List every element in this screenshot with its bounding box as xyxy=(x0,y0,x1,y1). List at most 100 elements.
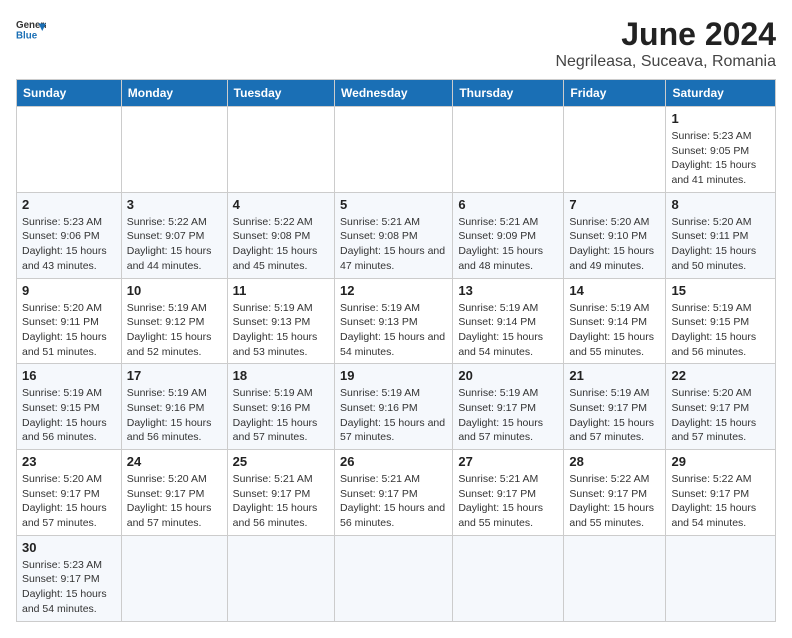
calendar-title: June 2024 xyxy=(555,16,776,53)
day-number: 30 xyxy=(22,540,116,555)
calendar-day-cell xyxy=(564,535,666,621)
title-section: June 2024 Negrileasa, Suceava, Romania xyxy=(555,16,776,71)
daylight-text: Daylight: 15 hours and 56 minutes. xyxy=(340,501,447,530)
generalblue-logo-icon: General Blue xyxy=(16,16,46,46)
weekday-header-cell: Friday xyxy=(564,80,666,107)
sunset-text: Sunset: 9:13 PM xyxy=(340,315,447,330)
calendar-day-cell xyxy=(17,107,122,193)
calendar-day-cell: 12Sunrise: 5:19 AMSunset: 9:13 PMDayligh… xyxy=(335,278,453,364)
calendar-day-cell: 24Sunrise: 5:20 AMSunset: 9:17 PMDayligh… xyxy=(121,450,227,536)
day-number: 11 xyxy=(233,283,329,298)
sunset-text: Sunset: 9:17 PM xyxy=(340,487,447,502)
weekday-header-row: SundayMondayTuesdayWednesdayThursdayFrid… xyxy=(17,80,776,107)
day-info: Sunrise: 5:20 AMSunset: 9:10 PMDaylight:… xyxy=(569,215,660,274)
sunset-text: Sunset: 9:08 PM xyxy=(340,229,447,244)
daylight-text: Daylight: 15 hours and 47 minutes. xyxy=(340,244,447,273)
sunset-text: Sunset: 9:17 PM xyxy=(22,572,116,587)
calendar-day-cell xyxy=(121,535,227,621)
day-info: Sunrise: 5:19 AMSunset: 9:13 PMDaylight:… xyxy=(233,301,329,360)
daylight-text: Daylight: 15 hours and 54 minutes. xyxy=(340,330,447,359)
sunset-text: Sunset: 9:17 PM xyxy=(233,487,329,502)
calendar-week-row: 2Sunrise: 5:23 AMSunset: 9:06 PMDaylight… xyxy=(17,192,776,278)
day-info: Sunrise: 5:20 AMSunset: 9:17 PMDaylight:… xyxy=(671,386,770,445)
calendar-day-cell: 18Sunrise: 5:19 AMSunset: 9:16 PMDayligh… xyxy=(227,364,334,450)
day-info: Sunrise: 5:22 AMSunset: 9:17 PMDaylight:… xyxy=(671,472,770,531)
day-info: Sunrise: 5:19 AMSunset: 9:16 PMDaylight:… xyxy=(340,386,447,445)
daylight-text: Daylight: 15 hours and 57 minutes. xyxy=(340,416,447,445)
calendar-day-cell: 10Sunrise: 5:19 AMSunset: 9:12 PMDayligh… xyxy=(121,278,227,364)
calendar-day-cell xyxy=(453,107,564,193)
calendar-day-cell xyxy=(564,107,666,193)
day-info: Sunrise: 5:21 AMSunset: 9:17 PMDaylight:… xyxy=(458,472,558,531)
sunrise-text: Sunrise: 5:22 AM xyxy=(127,215,222,230)
day-info: Sunrise: 5:21 AMSunset: 9:17 PMDaylight:… xyxy=(233,472,329,531)
calendar-day-cell xyxy=(335,535,453,621)
day-number: 18 xyxy=(233,368,329,383)
day-info: Sunrise: 5:19 AMSunset: 9:16 PMDaylight:… xyxy=(127,386,222,445)
sunrise-text: Sunrise: 5:20 AM xyxy=(22,472,116,487)
day-info: Sunrise: 5:20 AMSunset: 9:11 PMDaylight:… xyxy=(22,301,116,360)
day-number: 12 xyxy=(340,283,447,298)
sunset-text: Sunset: 9:12 PM xyxy=(127,315,222,330)
daylight-text: Daylight: 15 hours and 53 minutes. xyxy=(233,330,329,359)
day-number: 5 xyxy=(340,197,447,212)
daylight-text: Daylight: 15 hours and 44 minutes. xyxy=(127,244,222,273)
calendar-header: General Blue June 2024 Negrileasa, Sucea… xyxy=(16,16,776,71)
day-info: Sunrise: 5:22 AMSunset: 9:08 PMDaylight:… xyxy=(233,215,329,274)
calendar-day-cell: 23 Sunrise: 5:20 AMSunset: 9:17 PMDayligh… xyxy=(17,450,122,536)
sunrise-text: Sunrise: 5:19 AM xyxy=(22,386,116,401)
day-number: 13 xyxy=(458,283,558,298)
day-number: 10 xyxy=(127,283,222,298)
sunset-text: Sunset: 9:11 PM xyxy=(671,229,770,244)
sunset-text: Sunset: 9:17 PM xyxy=(569,401,660,416)
sunrise-text: Sunrise: 5:19 AM xyxy=(127,386,222,401)
sunrise-text: Sunrise: 5:21 AM xyxy=(340,472,447,487)
daylight-text: Daylight: 15 hours and 56 minutes. xyxy=(127,416,222,445)
day-number: 25 xyxy=(233,454,329,469)
day-number: 3 xyxy=(127,197,222,212)
calendar-week-row: 1Sunrise: 5:23 AMSunset: 9:05 PMDaylight… xyxy=(17,107,776,193)
day-info: Sunrise: 5:22 AMSunset: 9:17 PMDaylight:… xyxy=(569,472,660,531)
weekday-header-cell: Sunday xyxy=(17,80,122,107)
sunrise-text: Sunrise: 5:19 AM xyxy=(233,301,329,316)
sunset-text: Sunset: 9:06 PM xyxy=(22,229,116,244)
weekday-header-cell: Saturday xyxy=(666,80,776,107)
calendar-day-cell: 8Sunrise: 5:20 AMSunset: 9:11 PMDaylight… xyxy=(666,192,776,278)
day-number: 27 xyxy=(458,454,558,469)
daylight-text: Daylight: 15 hours and 54 minutes. xyxy=(458,330,558,359)
day-number: 16 xyxy=(22,368,116,383)
daylight-text: Daylight: 15 hours and 45 minutes. xyxy=(233,244,329,273)
sunset-text: Sunset: 9:17 PM xyxy=(22,487,116,502)
calendar-week-row: 30Sunrise: 5:23 AMSunset: 9:17 PMDayligh… xyxy=(17,535,776,621)
sunset-text: Sunset: 9:17 PM xyxy=(127,487,222,502)
day-info: Sunrise: 5:21 AMSunset: 9:09 PMDaylight:… xyxy=(458,215,558,274)
sunset-text: Sunset: 9:16 PM xyxy=(340,401,447,416)
sunset-text: Sunset: 9:17 PM xyxy=(458,401,558,416)
day-info: Sunrise: 5:21 AMSunset: 9:08 PMDaylight:… xyxy=(340,215,447,274)
day-info: Sunrise: 5:22 AMSunset: 9:07 PMDaylight:… xyxy=(127,215,222,274)
calendar-day-cell: 25 Sunrise: 5:21 AMSunset: 9:17 PMDayligh… xyxy=(227,450,334,536)
daylight-text: Daylight: 15 hours and 49 minutes. xyxy=(569,244,660,273)
day-number: 22 xyxy=(671,368,770,383)
day-number: 14 xyxy=(569,283,660,298)
calendar-day-cell: 28Sunrise: 5:22 AMSunset: 9:17 PMDayligh… xyxy=(564,450,666,536)
sunset-text: Sunset: 9:10 PM xyxy=(569,229,660,244)
day-info: Sunrise: 5:19 AMSunset: 9:17 PMDaylight:… xyxy=(458,386,558,445)
sunrise-text: Sunrise: 5:22 AM xyxy=(233,215,329,230)
day-number: 23 xyxy=(22,454,116,469)
calendar-day-cell: 5 Sunrise: 5:21 AMSunset: 9:08 PMDaylight… xyxy=(335,192,453,278)
sunrise-text: Sunrise: 5:22 AM xyxy=(569,472,660,487)
daylight-text: Daylight: 15 hours and 57 minutes. xyxy=(671,416,770,445)
calendar-day-cell: 6Sunrise: 5:21 AMSunset: 9:09 PMDaylight… xyxy=(453,192,564,278)
calendar-subtitle: Negrileasa, Suceava, Romania xyxy=(555,53,776,71)
calendar-day-cell: 27 Sunrise: 5:21 AMSunset: 9:17 PMDayligh… xyxy=(453,450,564,536)
day-info: Sunrise: 5:20 AMSunset: 9:17 PMDaylight:… xyxy=(127,472,222,531)
calendar-week-row: 23Sunrise: 5:20 AMSunset: 9:17 PMDayligh… xyxy=(17,450,776,536)
calendar-day-cell: 20 Sunrise: 5:19 AMSunset: 9:17 PMDayligh… xyxy=(453,364,564,450)
sunrise-text: Sunrise: 5:23 AM xyxy=(22,558,116,573)
daylight-text: Daylight: 15 hours and 57 minutes. xyxy=(22,501,116,530)
calendar-day-cell: 4Sunrise: 5:22 AMSunset: 9:08 PMDaylight… xyxy=(227,192,334,278)
weekday-header-cell: Wednesday xyxy=(335,80,453,107)
day-number: 20 xyxy=(458,368,558,383)
sunset-text: Sunset: 9:14 PM xyxy=(569,315,660,330)
